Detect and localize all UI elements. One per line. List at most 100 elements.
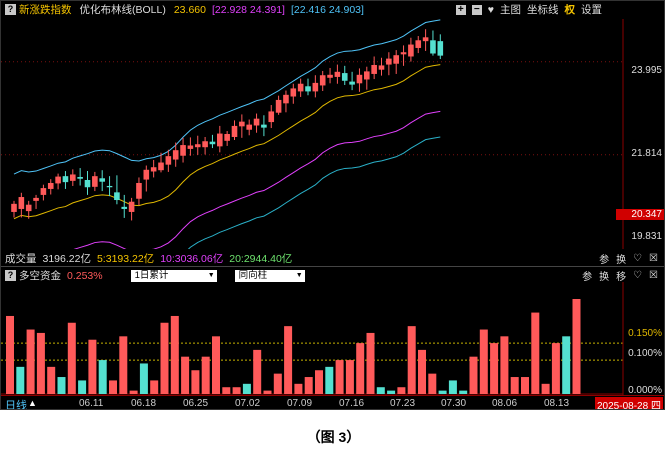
- candle-up: [393, 55, 399, 64]
- candle-up: [224, 134, 230, 141]
- settings-button[interactable]: 设置: [581, 2, 602, 17]
- boll-band2-values: [22.416 24.903]: [290, 3, 364, 16]
- fund-bar-positive: [366, 332, 375, 394]
- fund-bar-positive: [88, 339, 97, 394]
- help-icon[interactable]: ?: [5, 4, 16, 15]
- study-name[interactable]: 优化布林线(BOLL): [80, 2, 166, 17]
- fund-switch-button[interactable]: 换: [599, 268, 609, 283]
- volume-label: 成交量: [5, 253, 37, 265]
- volume-switch-button[interactable]: 换: [616, 251, 626, 266]
- candle-up: [180, 145, 186, 156]
- candle-up: [415, 40, 422, 48]
- current-weekday: 四: [650, 401, 661, 410]
- boll-upper-outer-line: [13, 19, 441, 175]
- fund-heart-icon[interactable]: ♡: [633, 270, 642, 281]
- candle-up: [422, 37, 429, 42]
- candle-up: [408, 44, 414, 57]
- sub-y-label-0100: 0.100%: [628, 348, 662, 359]
- candle-up: [172, 150, 179, 160]
- stock-chart-window: ? 新涨跌指数 优化布林线(BOLL) 23.660 [22.928 24.39…: [0, 0, 665, 410]
- candle-down: [430, 40, 436, 54]
- candle-up: [136, 182, 142, 199]
- fund-bar-positive: [119, 336, 128, 394]
- fund-bar-negative: [78, 380, 87, 394]
- candle-down: [305, 86, 311, 92]
- candle-up: [25, 204, 32, 212]
- style-dropdown-icon: ▼: [295, 271, 303, 279]
- fund-bar-positive: [222, 387, 231, 394]
- fund-bar-positive: [232, 387, 241, 394]
- candle-up: [33, 197, 39, 201]
- fund-bar-negative: [448, 380, 457, 394]
- fund-flow-label: 多空资金: [19, 270, 61, 282]
- candle-up: [11, 203, 17, 212]
- volume-params-button[interactable]: 参: [599, 251, 609, 266]
- coordinate-line-button[interactable]: 坐标线: [527, 2, 559, 17]
- period-label[interactable]: 日线: [5, 397, 27, 409]
- fund-help-icon[interactable]: ?: [5, 270, 16, 281]
- fund-bar-positive: [469, 356, 478, 394]
- fund-bar-negative: [376, 387, 385, 394]
- boll-mid-value: 23.660: [173, 3, 206, 16]
- candle-up: [143, 169, 150, 180]
- candle-down: [349, 81, 355, 85]
- candle-down: [84, 180, 91, 188]
- candle-up: [246, 124, 252, 130]
- candle-up: [40, 188, 47, 195]
- zoom-in-icon[interactable]: +: [455, 4, 466, 15]
- fund-move-button[interactable]: 移: [616, 268, 626, 283]
- candle-up: [239, 121, 245, 127]
- candle-up: [319, 75, 326, 86]
- main-chart-button[interactable]: 主图: [500, 2, 521, 17]
- date-label: 07.23: [390, 398, 416, 409]
- date-label: 06.25: [183, 398, 209, 409]
- date-label: 07.16: [339, 398, 365, 409]
- period-select-value: 1日累计: [134, 269, 169, 281]
- figure-caption: （图 3）: [306, 429, 361, 445]
- volume-close-icon[interactable]: ☒: [649, 253, 658, 264]
- fund-bar-positive: [304, 377, 313, 394]
- zoom-out-icon[interactable]: −: [471, 4, 482, 15]
- fund-bar-positive: [531, 312, 540, 394]
- period-toggle-icon[interactable]: ▲: [28, 398, 37, 408]
- candle-up: [158, 162, 164, 171]
- fund-bar-negative: [139, 363, 148, 394]
- candle-up: [194, 144, 201, 148]
- candle-up: [253, 118, 260, 126]
- fund-bar-negative: [57, 377, 66, 394]
- candle-up: [92, 176, 98, 187]
- candle-up: [327, 74, 333, 78]
- candle-up: [283, 94, 289, 104]
- candle-down: [62, 176, 69, 183]
- weight-button[interactable]: 权: [565, 2, 576, 17]
- fund-bar-negative: [98, 360, 107, 394]
- volume-ma20: 20:2944.40亿: [229, 253, 293, 265]
- y-axis-label-mid: 21.814: [631, 148, 662, 159]
- favorite-heart-icon[interactable]: ♥: [488, 4, 494, 16]
- title-bar-controls: + − ♥ 主图 坐标线 权 设置: [455, 1, 602, 18]
- fund-bar-positive: [170, 315, 179, 394]
- candle-up: [165, 156, 172, 165]
- volume-heart-icon[interactable]: ♡: [633, 253, 642, 264]
- fund-bar-negative: [438, 390, 447, 394]
- candle-down: [77, 177, 83, 179]
- candle-up: [150, 167, 157, 172]
- candle-up: [268, 111, 275, 123]
- candle-down: [99, 178, 105, 182]
- fund-bar-positive: [397, 387, 406, 394]
- candle-down: [121, 206, 128, 209]
- style-select[interactable]: 同向柱 ▼: [234, 269, 305, 282]
- fund-params-button[interactable]: 参: [582, 268, 592, 283]
- fund-bar-positive: [263, 390, 272, 394]
- candle-up: [275, 99, 282, 113]
- boll-candlestick-chart: [1, 19, 624, 249]
- candle-up: [312, 82, 319, 92]
- date-label: 07.02: [235, 398, 261, 409]
- volume-ma5: 5:3193.22亿: [96, 253, 155, 265]
- candle-up: [128, 201, 135, 212]
- fund-bar-positive: [6, 315, 14, 394]
- volume-ma10: 10:3036.06亿: [160, 253, 224, 265]
- fund-close-icon[interactable]: ☒: [649, 270, 658, 281]
- fund-bar-positive: [273, 373, 282, 394]
- period-select[interactable]: 1日累计 ▼: [130, 269, 217, 282]
